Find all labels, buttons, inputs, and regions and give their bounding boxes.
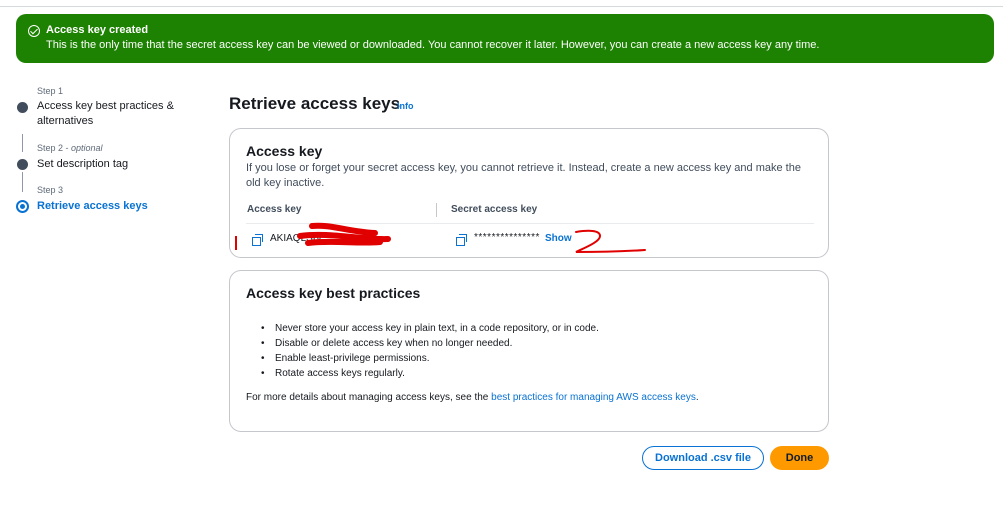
step-3-number: Step 3 [37, 185, 64, 195]
list-item: Disable or delete access key when no lon… [261, 336, 599, 351]
success-flashbar: Access key created This is the only time… [16, 14, 994, 63]
access-key-heading: Access key [246, 143, 323, 159]
top-divider [0, 6, 1003, 7]
list-item: Rotate access keys regularly. [261, 366, 599, 381]
step-2-optional: optional [71, 143, 103, 153]
show-secret-key-button[interactable]: Show [545, 233, 572, 244]
copy-access-key-icon[interactable] [252, 234, 263, 246]
access-key-card: Access key If you lose or forget your se… [229, 128, 829, 258]
access-key-description: If you lose or forget your secret access… [246, 162, 801, 189]
step-1-label: Access key best practices & alternatives [37, 100, 174, 127]
best-practices-list: Never store your access key in plain tex… [261, 321, 599, 381]
best-practices-card: Access key best practices Never store yo… [229, 270, 829, 432]
check-circle-icon [28, 25, 40, 37]
more-details-text: For more details about managing access k… [246, 392, 699, 403]
done-button[interactable]: Done [770, 446, 829, 470]
step-3-label: Retrieve access keys [37, 200, 148, 212]
column-separator [436, 203, 437, 217]
access-key-value: AKIAQLSIV [270, 233, 323, 244]
step-2-label: Set description tag [37, 158, 129, 170]
step-2-dot [17, 159, 28, 170]
info-link[interactable]: Info [397, 101, 414, 111]
page-title: Retrieve access keys [229, 94, 401, 113]
best-practices-link[interactable]: best practices for managing AWS access k… [491, 392, 696, 403]
list-item: Enable least-privilege permissions. [261, 351, 599, 366]
flash-title: Access key created [46, 24, 149, 36]
step-connector [22, 134, 23, 152]
best-practices-heading: Access key best practices [246, 285, 421, 301]
row-divider [246, 223, 814, 224]
step-1-dot [17, 102, 28, 113]
column-header-access-key: Access key [247, 204, 302, 215]
step-3-current-indicator [16, 200, 29, 213]
step-1-number: Step 1 [37, 86, 64, 96]
copy-secret-key-icon[interactable] [456, 234, 467, 246]
secret-key-masked: *************** [474, 232, 540, 243]
red-annotations [235, 222, 646, 253]
step-connector [22, 172, 23, 192]
flash-message: This is the only time that the secret ac… [46, 39, 820, 51]
step-2-number: Step 2 - optional [37, 143, 103, 153]
download-csv-button[interactable]: Download .csv file [642, 446, 764, 470]
list-item: Never store your access key in plain tex… [261, 321, 599, 336]
column-header-secret-key: Secret access key [451, 204, 538, 215]
